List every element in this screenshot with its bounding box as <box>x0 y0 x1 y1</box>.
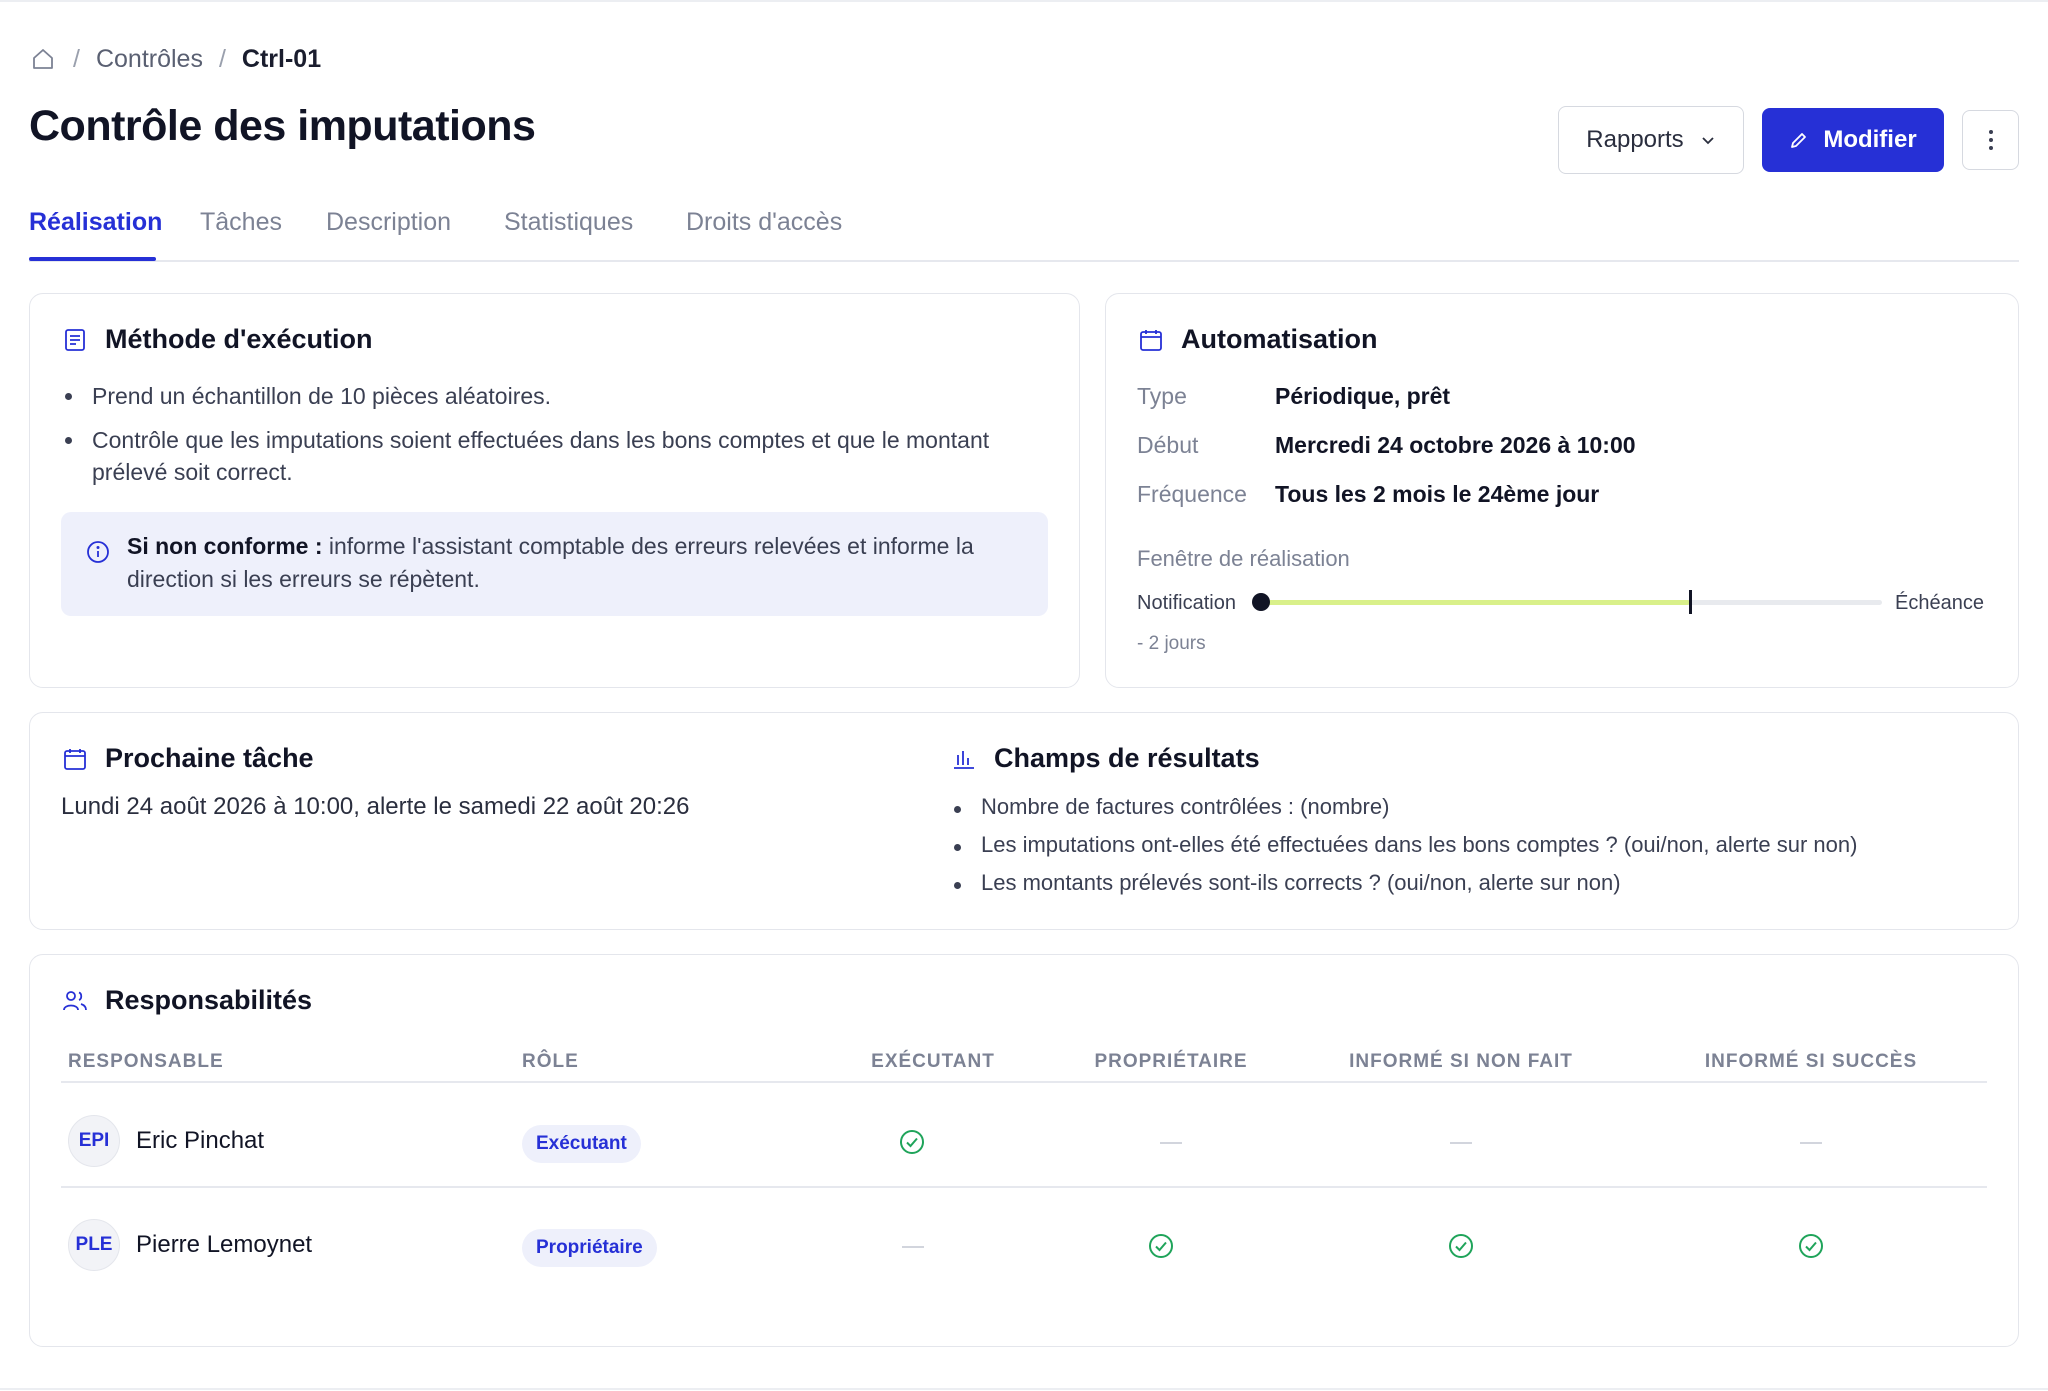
breadcrumb-separator: / <box>218 44 226 73</box>
check-circle-icon <box>1799 1234 1823 1258</box>
list-item: Les montants prélevés sont-ils corrects … <box>950 869 1990 897</box>
row-divider <box>61 1186 1987 1188</box>
modifier-button[interactable]: Modifier <box>1762 108 1944 172</box>
check-circle-icon <box>900 1130 924 1154</box>
automatisation-card: Automatisation Type Périodique, prêt Déb… <box>1105 293 2019 688</box>
document-icon <box>61 326 89 354</box>
column-header-informe-succes: INFORMÉ SI SUCCÈS <box>1704 1051 1918 1072</box>
rapports-button[interactable]: Rapports <box>1558 106 1744 174</box>
tab-statistiques[interactable]: Statistiques <box>504 208 633 237</box>
tab-bar: Réalisation Tâches Description Statistiq… <box>29 200 2019 262</box>
offset-label: - 2 jours <box>1137 633 1206 654</box>
empty-dash <box>1800 1142 1822 1144</box>
type-label: Type <box>1137 383 1187 409</box>
responsabilites-title: Responsabilités <box>61 985 312 1016</box>
non-conforme-callout: Si non conforme : informe l'assistant co… <box>61 512 1048 616</box>
automatisation-title: Automatisation <box>1137 324 1378 355</box>
prochaine-title-text: Prochaine tâche <box>105 743 314 773</box>
chevron-down-icon <box>1702 137 1714 145</box>
column-header-responsable: RESPONSABLE <box>68 1051 224 1072</box>
type-value: Périodique, prêt <box>1275 383 1451 409</box>
column-header-proprietaire: PROPRIÉTAIRE <box>1094 1051 1248 1072</box>
page-title: Contrôle des imputations <box>29 102 536 150</box>
pencil-icon <box>1791 133 1807 148</box>
notification-marker <box>1252 593 1270 611</box>
role-badge: Propriétaire <box>522 1229 657 1267</box>
empty-dash <box>1450 1142 1472 1144</box>
automatisation-title-text: Automatisation <box>1181 324 1378 354</box>
top-divider <box>0 0 2048 2</box>
debut-value: Mercredi 24 octobre 2026 à 10:00 <box>1275 432 1636 458</box>
realisation-window-fill <box>1263 600 1690 605</box>
prochaine-champs-card: Prochaine tâche Lundi 24 août 2026 à 10:… <box>29 712 2019 930</box>
users-icon <box>61 987 89 1015</box>
rapports-button-label: Rapports <box>1586 126 1684 153</box>
responsable-name: Eric Pinchat <box>136 1127 265 1154</box>
frequence-value: Tous les 2 mois le 24ème jour <box>1275 481 1600 507</box>
tab-droits-acces[interactable]: Droits d'accès <box>686 208 842 237</box>
breadcrumb: / Contrôles / Ctrl-01 <box>29 42 321 76</box>
active-tab-indicator <box>29 257 156 261</box>
avatar: PLE <box>68 1219 120 1271</box>
methode-list: Prend un échantillon de 10 pièces aléato… <box>61 380 1021 500</box>
notification-label: Notification <box>1137 592 1236 614</box>
more-vertical-icon <box>1988 130 1993 150</box>
tab-description[interactable]: Description <box>326 208 451 237</box>
list-item: Contrôle que les imputations soient effe… <box>61 424 1021 488</box>
bar-chart-icon <box>950 745 978 773</box>
window-label: Fenêtre de réalisation <box>1137 546 1350 571</box>
champs-title: Champs de résultats <box>950 743 1260 774</box>
column-header-executant: EXÉCUTANT <box>871 1051 995 1072</box>
callout-text: Si non conforme : informe l'assistant co… <box>127 530 1017 596</box>
methode-card: Méthode d'exécution Prend un échantillon… <box>29 293 1080 688</box>
current-position-marker <box>1689 590 1692 614</box>
check-circle-icon <box>1449 1234 1473 1258</box>
frequence-label: Fréquence <box>1137 481 1247 507</box>
modifier-button-label: Modifier <box>1823 126 1917 153</box>
prochaine-text: Lundi 24 août 2026 à 10:00, alerte le sa… <box>61 793 690 820</box>
methode-title: Méthode d'exécution <box>61 324 372 355</box>
breadcrumb-separator: / <box>73 44 80 73</box>
column-header-role: RÔLE <box>522 1051 579 1072</box>
header-divider <box>61 1081 1987 1083</box>
column-header-informe-non-fait: INFORMÉ SI NON FAIT <box>1349 1051 1573 1072</box>
responsable-name: Pierre Lemoynet <box>136 1231 313 1258</box>
breadcrumb-item-current: Ctrl-01 <box>241 44 322 73</box>
list-item: Les imputations ont-elles été effectuées… <box>950 831 1990 859</box>
breadcrumb-item-controles[interactable]: Contrôles <box>96 45 203 74</box>
debut-label: Début <box>1137 432 1199 458</box>
champs-list: Nombre de factures contrôlées : (nombre)… <box>950 793 1990 907</box>
methode-title-text: Méthode d'exécution <box>105 324 373 354</box>
responsabilites-card: Responsabilités RESPONSABLE RÔLE EXÉCUTA… <box>29 954 2019 1347</box>
realisation-window-track <box>1263 600 1882 605</box>
tab-realisation[interactable]: Réalisation <box>29 208 162 237</box>
avatar: EPI <box>68 1115 120 1167</box>
list-item: Nombre de factures contrôlées : (nombre) <box>950 793 1990 821</box>
calendar-icon <box>1137 326 1165 354</box>
home-icon[interactable] <box>29 45 57 73</box>
responsabilites-title-text: Responsabilités <box>105 985 313 1015</box>
list-item: Prend un échantillon de 10 pièces aléato… <box>61 380 1021 412</box>
calendar-icon <box>61 745 89 773</box>
empty-dash <box>902 1246 924 1248</box>
champs-title-text: Champs de résultats <box>994 743 1260 773</box>
tab-taches[interactable]: Tâches <box>200 208 282 237</box>
bottom-divider <box>0 1388 2048 1390</box>
more-options-button[interactable] <box>1962 110 2019 170</box>
role-badge: Exécutant <box>522 1125 641 1163</box>
check-circle-icon <box>1149 1234 1173 1258</box>
prochaine-title: Prochaine tâche <box>61 743 314 774</box>
echeance-label: Échéance <box>1895 592 1984 614</box>
callout-strong: Si non conforme : <box>127 533 323 559</box>
empty-dash <box>1160 1142 1182 1144</box>
info-icon <box>86 540 112 566</box>
